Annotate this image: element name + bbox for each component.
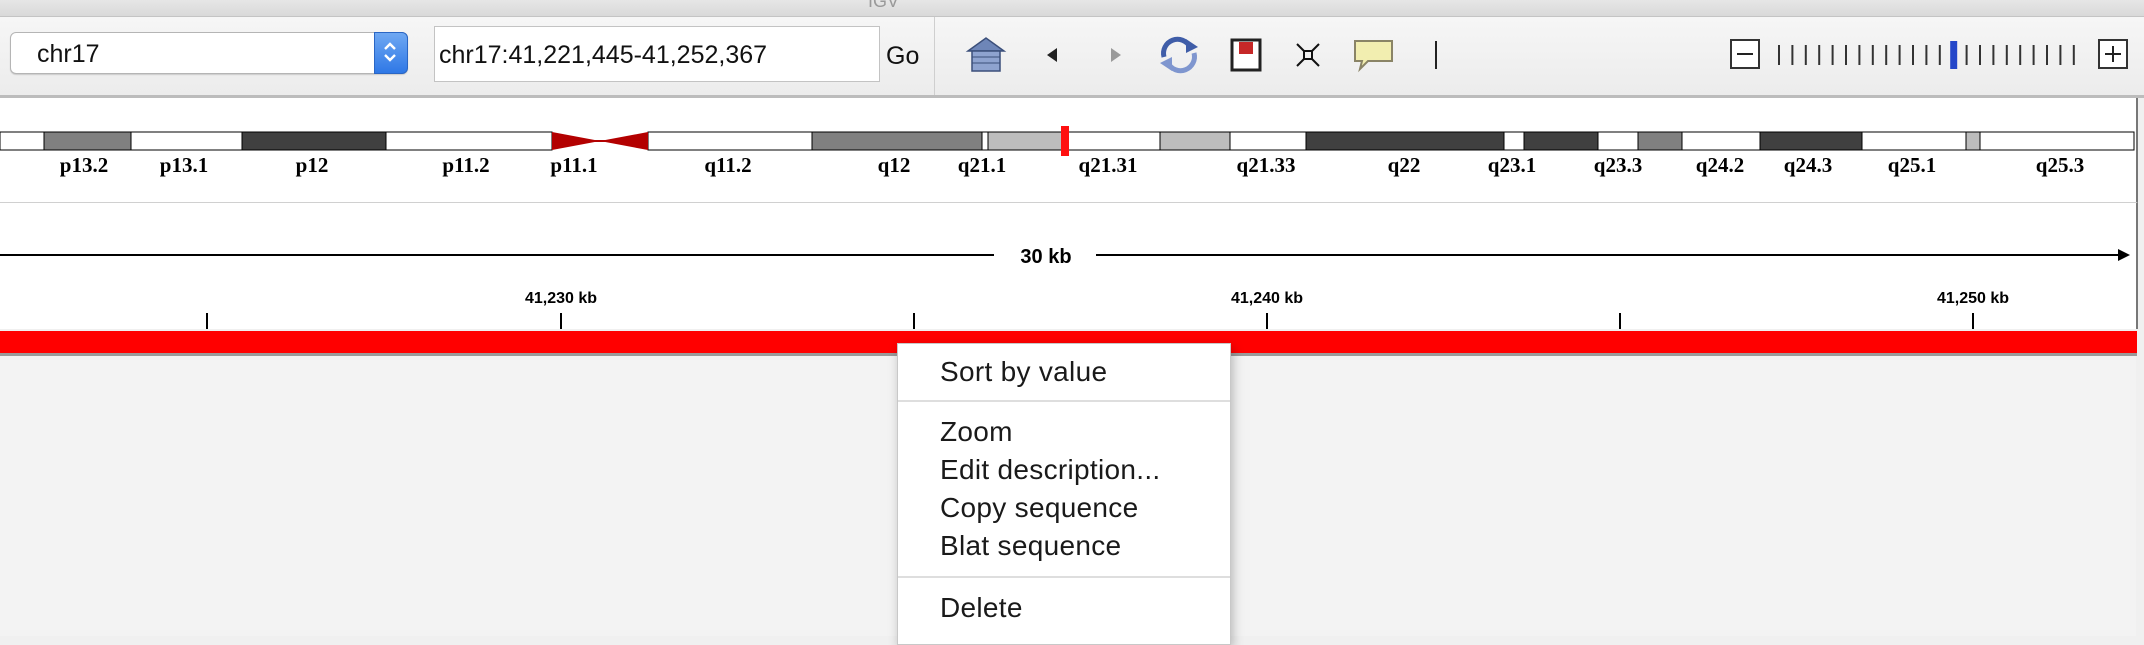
cytoband (1861, 131, 1967, 151)
zoom-out-button[interactable] (1730, 39, 1760, 69)
cytoband (130, 131, 243, 151)
cytoband (43, 131, 132, 151)
cytoband (1681, 131, 1761, 151)
cytoband (1979, 131, 2135, 151)
zoom-slider[interactable] (1776, 41, 2086, 69)
zoom-slider-thumb[interactable] (1950, 41, 1958, 69)
cytoband-label: q23.3 (1594, 153, 1642, 177)
go-button[interactable]: Go (886, 42, 919, 71)
cytoband-label: p13.1 (160, 153, 208, 177)
cytoband (0, 131, 45, 151)
back-icon[interactable] (1040, 33, 1064, 77)
cytoband-label: q22 (1388, 153, 1421, 177)
cytoband-label: q21.31 (1079, 153, 1138, 177)
cytoband-label: q25.1 (1888, 153, 1936, 177)
cytoband (1305, 131, 1505, 151)
popup-text-icon[interactable] (1352, 33, 1396, 77)
cytoband-label: q23.1 (1488, 153, 1536, 177)
current-region-marker[interactable] (1061, 126, 1069, 156)
cytoband-label: p13.2 (60, 153, 108, 177)
cytoband (1061, 131, 1161, 151)
menu-separator (898, 400, 1230, 402)
cytoband-label: q24.2 (1696, 153, 1744, 177)
locus-input-value: chr17:41,221,445-41,252,367 (439, 41, 768, 69)
cytoband (1597, 131, 1639, 151)
chevron-updown-icon[interactable] (374, 32, 408, 74)
menu-item-copy-sequence[interactable]: Copy sequence (940, 492, 1138, 524)
chromosome-ideogram-panel[interactable]: p13.2 p13.1 p12 p11.2 p11.1 q11.2 q12 q21.1 q21.… (0, 98, 2138, 203)
ruler-tick-label: 41,250 kb (1937, 290, 2009, 307)
cytoband (1503, 131, 1525, 151)
forward-icon[interactable] (1104, 33, 1128, 77)
menu-item-zoom[interactable]: Zoom (940, 416, 1013, 448)
cytoband (1637, 131, 1683, 151)
locus-input[interactable]: chr17:41,221,445-41,252,367 (434, 26, 880, 82)
cytoband (1759, 131, 1863, 151)
cytoband (987, 131, 1063, 151)
chromosome-dropdown[interactable]: chr17 (10, 32, 408, 74)
chromosome-ideogram[interactable]: p13.2 p13.1 p12 p11.2 p11.1 q11.2 q12 q21.1 q21.… (0, 98, 2136, 202)
toolbar-divider (934, 17, 935, 95)
home-icon[interactable] (964, 33, 1008, 77)
menu-item-sort-by-value[interactable]: Sort by value (940, 356, 1107, 388)
cytoband (1229, 131, 1307, 151)
genomic-ruler[interactable]: 30 kb 41,230 kb 41,240 kb 41,250 kb (0, 203, 2136, 329)
cytoband (241, 131, 387, 151)
cytoband-label: q24.3 (1784, 153, 1832, 177)
resize-to-window-icon[interactable] (1292, 33, 1324, 77)
context-menu: Sort by value Zoom Edit description... C… (897, 343, 1231, 645)
menu-item-edit-description[interactable]: Edit description... (940, 454, 1160, 486)
window-title-bar: IGV (0, 0, 2144, 17)
cytoband (981, 131, 989, 151)
cytoband (1965, 131, 1981, 151)
chromosome-dropdown-value: chr17 (37, 40, 100, 68)
region-of-interest-icon[interactable] (1228, 33, 1264, 77)
ruler-panel[interactable]: 30 kb 41,230 kb 41,240 kb 41,250 kb (0, 203, 2138, 329)
cytoband-label: q12 (878, 153, 911, 177)
cytoband (1523, 131, 1599, 151)
cytoband (647, 131, 813, 151)
toolbar: chr17 chr17:41,221,445-41,252,367 Go (0, 17, 2144, 98)
refresh-icon[interactable] (1156, 33, 1202, 77)
ruler-tick-label: 41,230 kb (525, 290, 597, 307)
cytoband-label: q11.2 (704, 153, 751, 177)
window-title: IGV (868, 0, 900, 11)
menu-item-delete[interactable]: Delete (940, 592, 1023, 624)
ruler-line-icon[interactable] (1430, 33, 1442, 77)
zoom-in-button[interactable] (2098, 39, 2128, 69)
cytoband-label: p11.1 (550, 153, 597, 177)
menu-item-blat-sequence[interactable]: Blat sequence (940, 530, 1121, 562)
cytoband-label: q25.3 (2036, 153, 2084, 177)
cytoband-label: p12 (296, 153, 329, 177)
cytoband (811, 131, 983, 151)
ruler-span-arrow (2118, 249, 2130, 261)
ruler-tick-label: 41,240 kb (1231, 290, 1303, 307)
menu-separator (898, 576, 1230, 578)
cytoband (1159, 131, 1231, 151)
cytoband-label: q21.33 (1237, 153, 1296, 177)
cytoband-label: q21.1 (958, 153, 1006, 177)
ruler-span-label: 30 kb (1020, 246, 1071, 268)
cytoband (385, 131, 553, 151)
cytoband-label: p11.2 (442, 153, 489, 177)
